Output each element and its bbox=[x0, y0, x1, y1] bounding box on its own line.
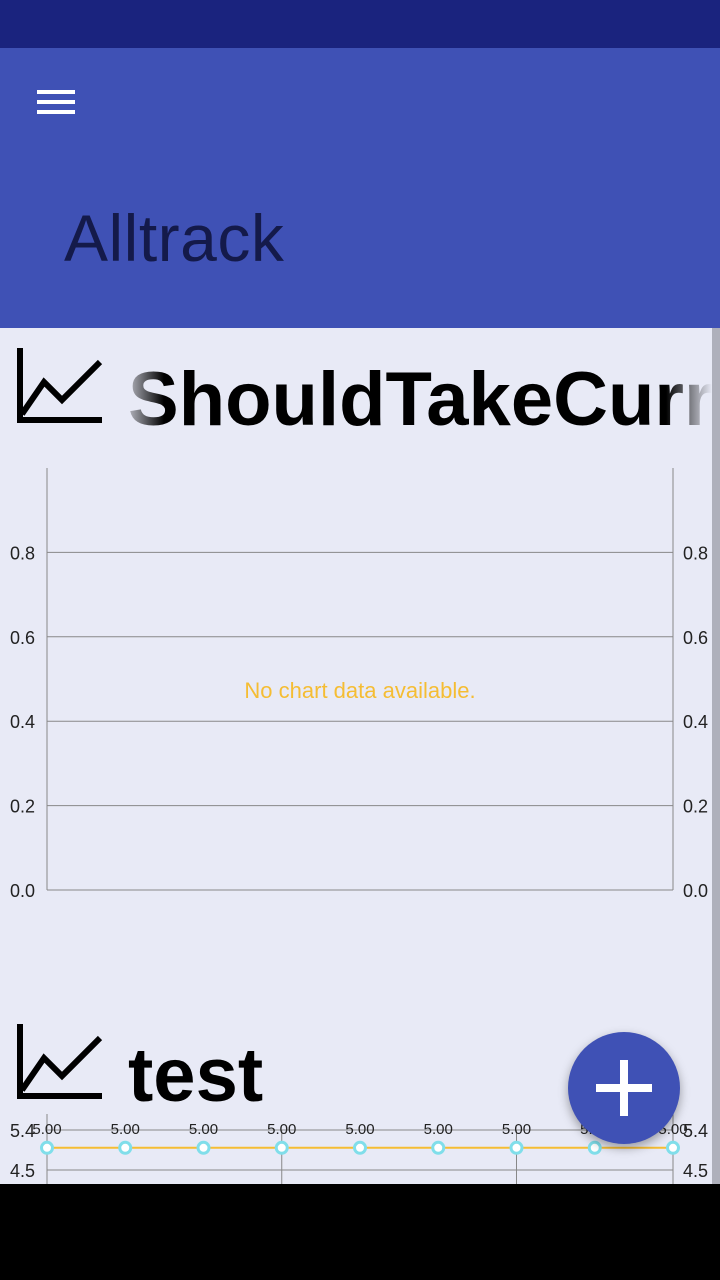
status-bar bbox=[0, 0, 720, 48]
y-tick-label-right: 0.6 bbox=[683, 628, 708, 648]
data-point bbox=[666, 1140, 680, 1155]
y-tick-label-left: 0.6 bbox=[10, 628, 35, 648]
data-label: 5.00 bbox=[32, 1121, 61, 1138]
card-title: test bbox=[128, 1033, 264, 1114]
data-label: 5.00 bbox=[345, 1121, 374, 1138]
data-label: 5.00 bbox=[111, 1121, 140, 1138]
y-tick-label-right: 0.4 bbox=[683, 712, 708, 732]
card-title: ShouldTakeCurrent bbox=[128, 357, 712, 438]
line-chart-icon bbox=[17, 348, 103, 423]
data-point bbox=[587, 1140, 602, 1155]
data-label: 5.00 bbox=[267, 1121, 296, 1138]
data-point bbox=[353, 1140, 367, 1155]
data-label: 5.00 bbox=[424, 1121, 453, 1138]
chart-shouldtakecurrent: 0.0 0.0 0.2 0.2 0.4 0.4 0.6 0.6 0.8 0.8 No chart d… bbox=[10, 468, 708, 901]
data-label: 5.00 bbox=[189, 1121, 218, 1138]
line-chart-icon bbox=[17, 1024, 103, 1099]
y-tick-label-left: 0.0 bbox=[10, 881, 35, 901]
y-tick-label-left: 0.8 bbox=[10, 543, 35, 563]
menu-button[interactable] bbox=[20, 70, 92, 134]
data-point bbox=[509, 1140, 524, 1155]
y-tick-label-left: 4.5 bbox=[10, 1161, 35, 1181]
app-title: Alltrack bbox=[64, 201, 285, 275]
y-tick-label-right: 0.2 bbox=[683, 797, 708, 817]
data-point bbox=[431, 1140, 446, 1155]
y-tick-label-right: 0.0 bbox=[683, 881, 708, 901]
y-tick-label-right: 4.5 bbox=[683, 1161, 708, 1181]
data-label: 5.00 bbox=[502, 1121, 531, 1138]
data-point bbox=[196, 1140, 211, 1155]
data-point bbox=[274, 1140, 289, 1155]
data-point bbox=[118, 1140, 133, 1155]
y-tick-label-left: 5.4 bbox=[10, 1121, 35, 1141]
empty-chart-message: No chart data available. bbox=[244, 678, 475, 703]
app-bar: Alltrack bbox=[0, 48, 720, 328]
y-tick-label-right: 0.8 bbox=[683, 543, 708, 563]
add-fab-button[interactable] bbox=[568, 1032, 680, 1144]
scrollbar[interactable] bbox=[712, 328, 720, 1184]
y-tick-label-left: 0.2 bbox=[10, 797, 35, 817]
data-point bbox=[40, 1140, 54, 1155]
card-header-1[interactable]: ShouldTakeCurrent bbox=[0, 328, 712, 438]
navigation-bar bbox=[0, 1184, 720, 1280]
y-tick-label-left: 0.4 bbox=[10, 712, 35, 732]
